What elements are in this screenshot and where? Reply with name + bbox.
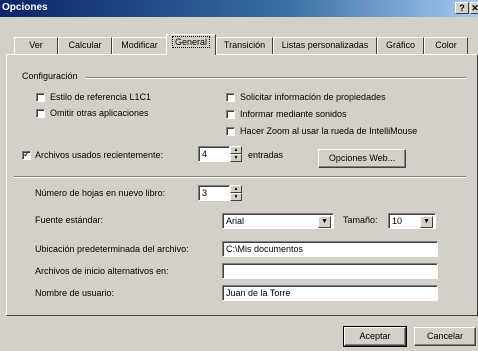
tab-calcular[interactable]: Calcular [58, 37, 112, 54]
tab-listas-personalizadas[interactable]: Listas personalizadas [273, 37, 377, 54]
tab-ver[interactable]: Ver [14, 37, 58, 54]
alt-startup-input[interactable] [222, 263, 438, 279]
config-group-divider [86, 77, 466, 79]
label-sheets: Número de hojas en nuevo libro: [35, 188, 166, 198]
label-recent: Archivos usados recientemente: [35, 150, 164, 160]
cancel-button[interactable]: Cancelar [414, 327, 476, 346]
spin-down-icon[interactable]: ▼ [230, 154, 242, 162]
sheets-count-spinner[interactable]: ▲ ▼ [230, 185, 242, 201]
chevron-down-icon[interactable]: ▼ [420, 216, 433, 228]
label-default-location: Ubicación predeterminada del archivo: [35, 244, 189, 254]
label-sonidos: Informar mediante sonidos [240, 109, 347, 119]
spin-down-icon[interactable]: ▼ [230, 193, 242, 201]
label-omitir: Omitir otras aplicaciones [50, 108, 149, 118]
spin-up-icon[interactable]: ▲ [230, 185, 242, 193]
separator [14, 176, 466, 178]
title-bar: Opciones ? ✕ [0, 0, 478, 17]
tab-transicion[interactable]: Transición [216, 37, 273, 54]
recent-count-spinner[interactable]: ▲ ▼ [230, 146, 242, 162]
label-username: Nombre de usuario: [35, 288, 115, 298]
font-select[interactable]: Arial ▼ [222, 213, 334, 229]
checkbox-zoom[interactable] [226, 127, 235, 136]
help-button[interactable]: ? [455, 2, 469, 14]
config-group-label: Configuración [22, 71, 78, 81]
tab-modificar[interactable]: Modificar [112, 37, 167, 54]
sheets-count-input[interactable]: 3 [198, 185, 230, 201]
size-select[interactable]: 10 ▼ [388, 213, 436, 229]
tab-grafico[interactable]: Gráfico [377, 37, 424, 54]
checkbox-l1c1[interactable] [36, 93, 45, 102]
close-button[interactable]: ✕ [470, 2, 478, 14]
label-alt-startup: Archivos de inicio alternativos en: [35, 266, 169, 276]
tab-color[interactable]: Color [424, 37, 468, 54]
checkbox-recent[interactable]: ✓ [22, 149, 31, 160]
size-select-value: 10 [392, 216, 403, 226]
label-l1c1: Estilo de referencia L1C1 [50, 92, 152, 102]
checkbox-omitir[interactable] [36, 109, 45, 118]
username-input[interactable]: Juan de la Torre [222, 285, 438, 301]
checkbox-solicitar[interactable] [226, 93, 235, 102]
label-entradas: entradas [248, 150, 284, 160]
label-size: Tamaño: [343, 215, 378, 225]
web-options-button[interactable]: Opciones Web... [318, 149, 406, 168]
tab-general[interactable]: General [166, 34, 216, 55]
chevron-down-icon[interactable]: ▼ [318, 216, 331, 228]
label-zoom: Hacer Zoom al usar la rueda de IntelliMo… [240, 126, 418, 136]
label-solicitar: Solicitar información de propiedades [240, 92, 386, 102]
spin-up-icon[interactable]: ▲ [230, 146, 242, 154]
recent-count-input[interactable]: 4 [198, 146, 230, 162]
window-title: Opciones [2, 2, 48, 13]
default-location-input[interactable]: C:\Mis documentos [222, 241, 438, 257]
font-select-value: Arial [226, 216, 245, 226]
checkbox-sonidos[interactable] [226, 110, 235, 119]
label-font: Fuente estándar: [35, 215, 104, 225]
ok-button[interactable]: Aceptar [343, 326, 407, 347]
check-mark: ✓ [23, 149, 31, 159]
